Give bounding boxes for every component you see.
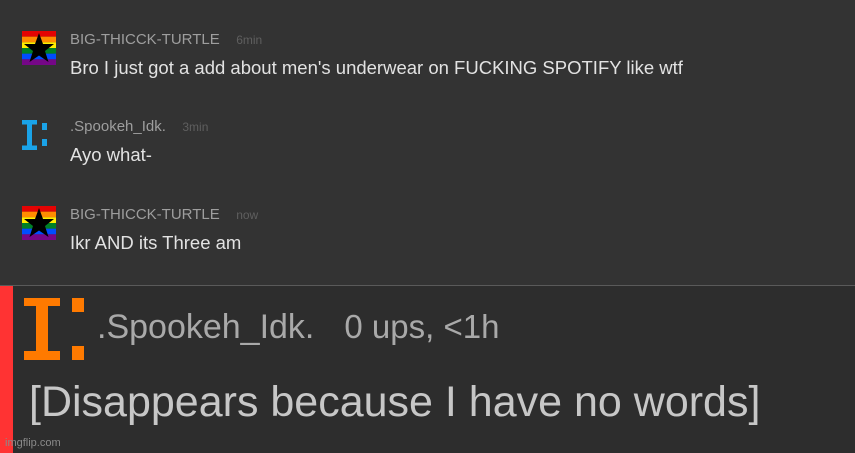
message-username[interactable]: BIG-THICCK-TURTLE <box>70 31 220 48</box>
message-username[interactable]: BIG-THICCK-TURTLE <box>70 206 220 223</box>
comment-accent-bar <box>0 286 13 453</box>
message-username[interactable]: .Spookeh_Idk. <box>70 118 166 135</box>
watermark: imgflip.com <box>5 437 61 449</box>
message-text: Ayo what- <box>70 144 152 165</box>
message-text: Bro I just got a add about men's underwe… <box>70 57 683 78</box>
comment-text: [Disappears because I have no words] <box>29 378 761 426</box>
message-text: Ikr AND its Three am <box>70 232 242 253</box>
blue-i-logo-icon <box>22 120 47 150</box>
message-time: 3min <box>182 120 209 134</box>
rainbow-star-icon <box>22 31 56 65</box>
message-time: 6min <box>236 33 263 47</box>
comment-header: .Spookeh_Idk. 0 ups, <1h <box>97 308 499 347</box>
orange-i-logo-icon[interactable] <box>24 296 89 362</box>
comment-username[interactable]: .Spookeh_Idk. <box>97 308 314 346</box>
rainbow-star-icon <box>22 206 56 240</box>
message-time: now <box>236 208 259 222</box>
comment-stats: 0 ups, <1h <box>344 308 500 345</box>
